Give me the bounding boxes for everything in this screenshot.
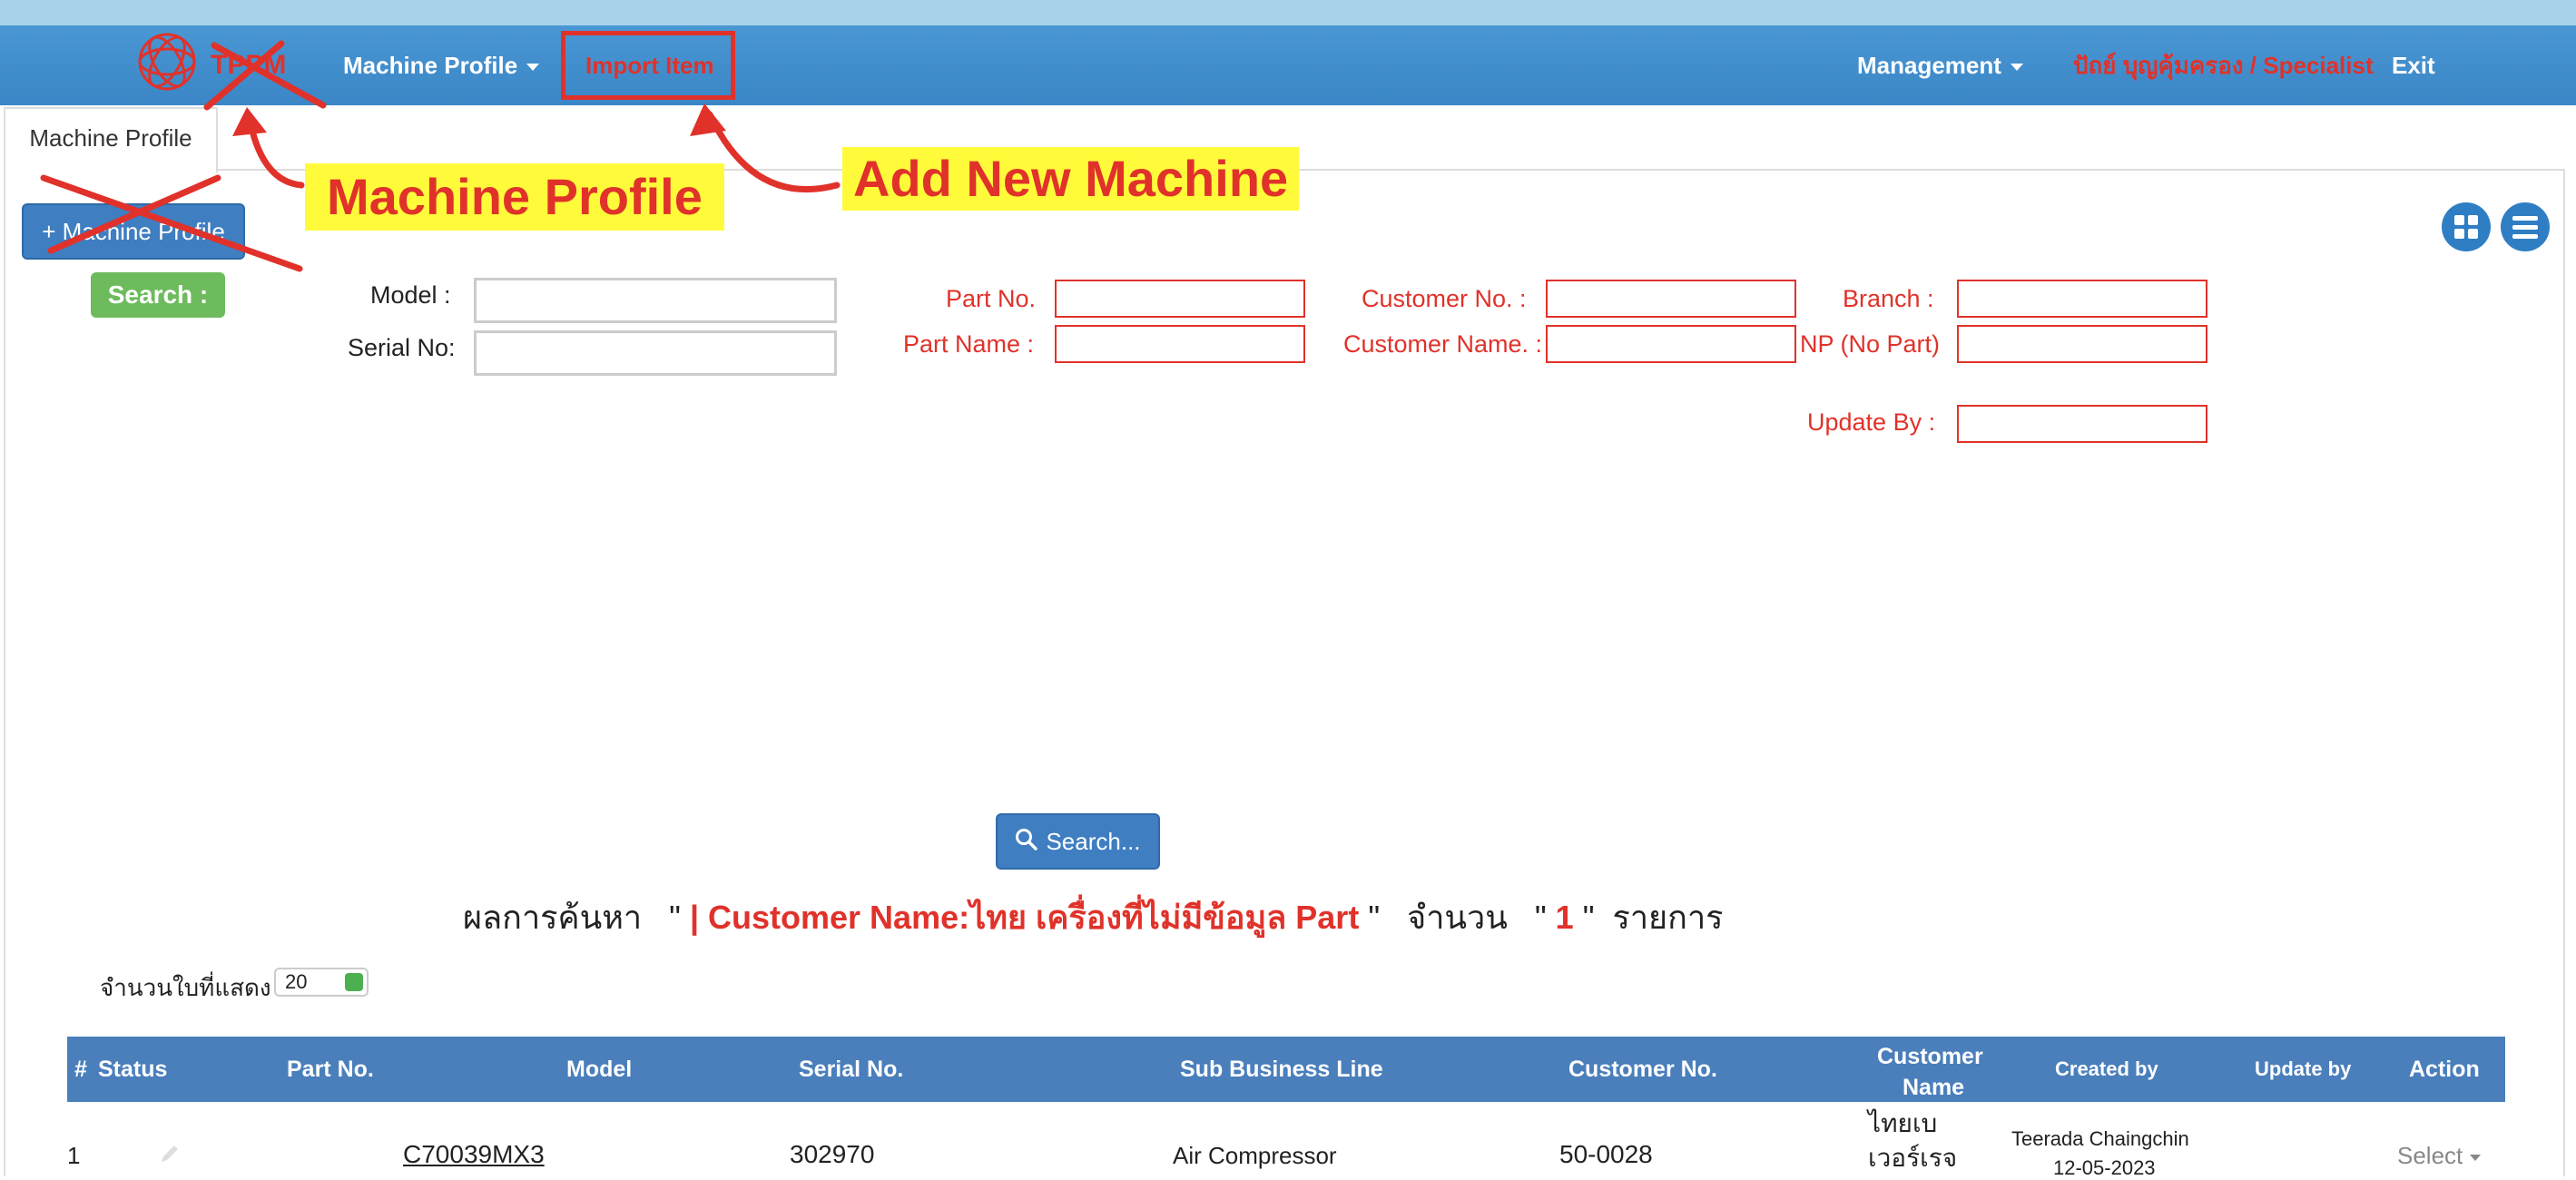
per-page-select[interactable]: 20	[274, 968, 369, 997]
row-created-by: Teerada Chaingchin	[2011, 1127, 2189, 1150]
th-num: #	[74, 1057, 87, 1082]
row-model-link[interactable]: C70039MX3	[403, 1140, 545, 1169]
result-suffix: รายการ	[1612, 899, 1724, 936]
browser-top-strip	[0, 0, 2576, 25]
edit-pencil-icon[interactable]	[156, 1140, 183, 1174]
table-header: # Status Part No. Model Serial No. Sub B…	[67, 1037, 2505, 1102]
np-no-part-label: NP (No Part)	[1800, 330, 1941, 358]
result-query: | Customer Name:ไทย เครื่องที่ไม่มีข้อมู…	[689, 899, 1360, 936]
serial-no-input[interactable]	[474, 330, 837, 376]
logo-icon[interactable]	[134, 29, 200, 94]
part-name-label: Part Name :	[903, 330, 1035, 358]
grid-view-icon[interactable]	[2442, 202, 2491, 251]
search-button-label: Search...	[1046, 828, 1141, 855]
search-result-summary: ผลการค้นหา " | Customer Name:ไทย เครื่อง…	[463, 899, 1724, 936]
update-by-input[interactable]	[1957, 405, 2207, 443]
search-tag: Search :	[91, 272, 225, 318]
part-no-label: Part No.	[946, 285, 1037, 312]
nav-exit-link[interactable]: Exit	[2392, 25, 2435, 105]
th-created-by: Created by	[2055, 1057, 2158, 1080]
row-sub-business-line: Air Compressor	[1173, 1142, 1337, 1169]
add-machine-profile-button[interactable]: + Machine Profile	[22, 203, 245, 260]
customer-name-input[interactable]	[1546, 325, 1796, 363]
nav-management-menu[interactable]: Management	[1857, 25, 2023, 105]
search-icon	[1015, 817, 1038, 870]
serial-no-label: Serial No:	[348, 334, 456, 361]
row-customer-name-line2: เวอร์เรจ	[1868, 1144, 1958, 1172]
row-customer-no: 50-0028	[1559, 1140, 1653, 1168]
result-prefix: ผลการค้นหา	[463, 899, 643, 936]
search-button[interactable]: Search...	[996, 813, 1160, 870]
nav-management-label: Management	[1857, 52, 2001, 79]
model-label: Model :	[370, 281, 451, 309]
nav-machine-profile-label: Machine Profile	[343, 52, 518, 79]
th-status: Status	[98, 1057, 168, 1082]
th-sub-business-line: Sub Business Line	[1180, 1057, 1383, 1082]
chevron-down-icon	[526, 64, 540, 72]
row-serial-no: 302970	[790, 1140, 875, 1168]
content-panel	[4, 169, 2565, 1176]
update-by-label: Update By :	[1807, 408, 1936, 436]
np-no-part-input[interactable]	[1957, 325, 2207, 363]
row-action-select[interactable]: Select	[2397, 1142, 2482, 1170]
branch-label: Branch :	[1843, 285, 1934, 312]
part-name-input[interactable]	[1055, 325, 1305, 363]
row-created-date: 12-05-2023	[2053, 1156, 2156, 1179]
nav-machine-profile-menu[interactable]: Machine Profile	[343, 25, 540, 105]
part-no-input[interactable]	[1055, 280, 1305, 318]
arrow-head-icon	[232, 107, 267, 136]
arrow-head-icon	[690, 103, 726, 136]
branch-input[interactable]	[1957, 280, 2207, 318]
result-count-label: จำนวน	[1407, 899, 1508, 936]
stepper-icon	[345, 973, 363, 991]
logo-text[interactable]: TPPM	[211, 25, 286, 105]
tab-machine-profile[interactable]: Machine Profile	[4, 107, 218, 172]
th-part-no: Part No.	[287, 1057, 374, 1082]
nav-import-item-link[interactable]: Import Item	[585, 25, 714, 105]
result-count: 1	[1555, 899, 1574, 936]
th-customer-no: Customer No.	[1568, 1057, 1717, 1082]
customer-no-input[interactable]	[1546, 280, 1796, 318]
per-page-label: จำนวนใบที่แสดง	[100, 974, 271, 1001]
th-model: Model	[566, 1057, 633, 1082]
th-update-by: Update by	[2255, 1057, 2352, 1080]
row-action-label: Select	[2397, 1142, 2463, 1169]
th-action: Action	[2409, 1057, 2480, 1082]
annotation-add-new-machine: Add New Machine	[842, 147, 1300, 211]
chevron-down-icon	[2470, 1154, 2482, 1161]
result-quote-close: "	[1368, 899, 1381, 936]
model-input[interactable]	[474, 278, 837, 323]
chevron-down-icon	[2010, 64, 2023, 72]
annotation-machine-profile: Machine Profile	[305, 163, 724, 231]
list-view-icon[interactable]	[2501, 202, 2550, 251]
th-serial-no: Serial No.	[799, 1057, 904, 1082]
per-page-value: 20	[285, 970, 308, 993]
nav-user-link[interactable]: ปัถย์ บุญคุ้มครอง / Specialist	[2073, 25, 2374, 105]
row-num: 1	[67, 1142, 81, 1169]
customer-name-label: Customer Name. :	[1343, 330, 1543, 358]
customer-no-label: Customer No. :	[1362, 285, 1527, 312]
result-quote-open: "	[669, 899, 681, 936]
